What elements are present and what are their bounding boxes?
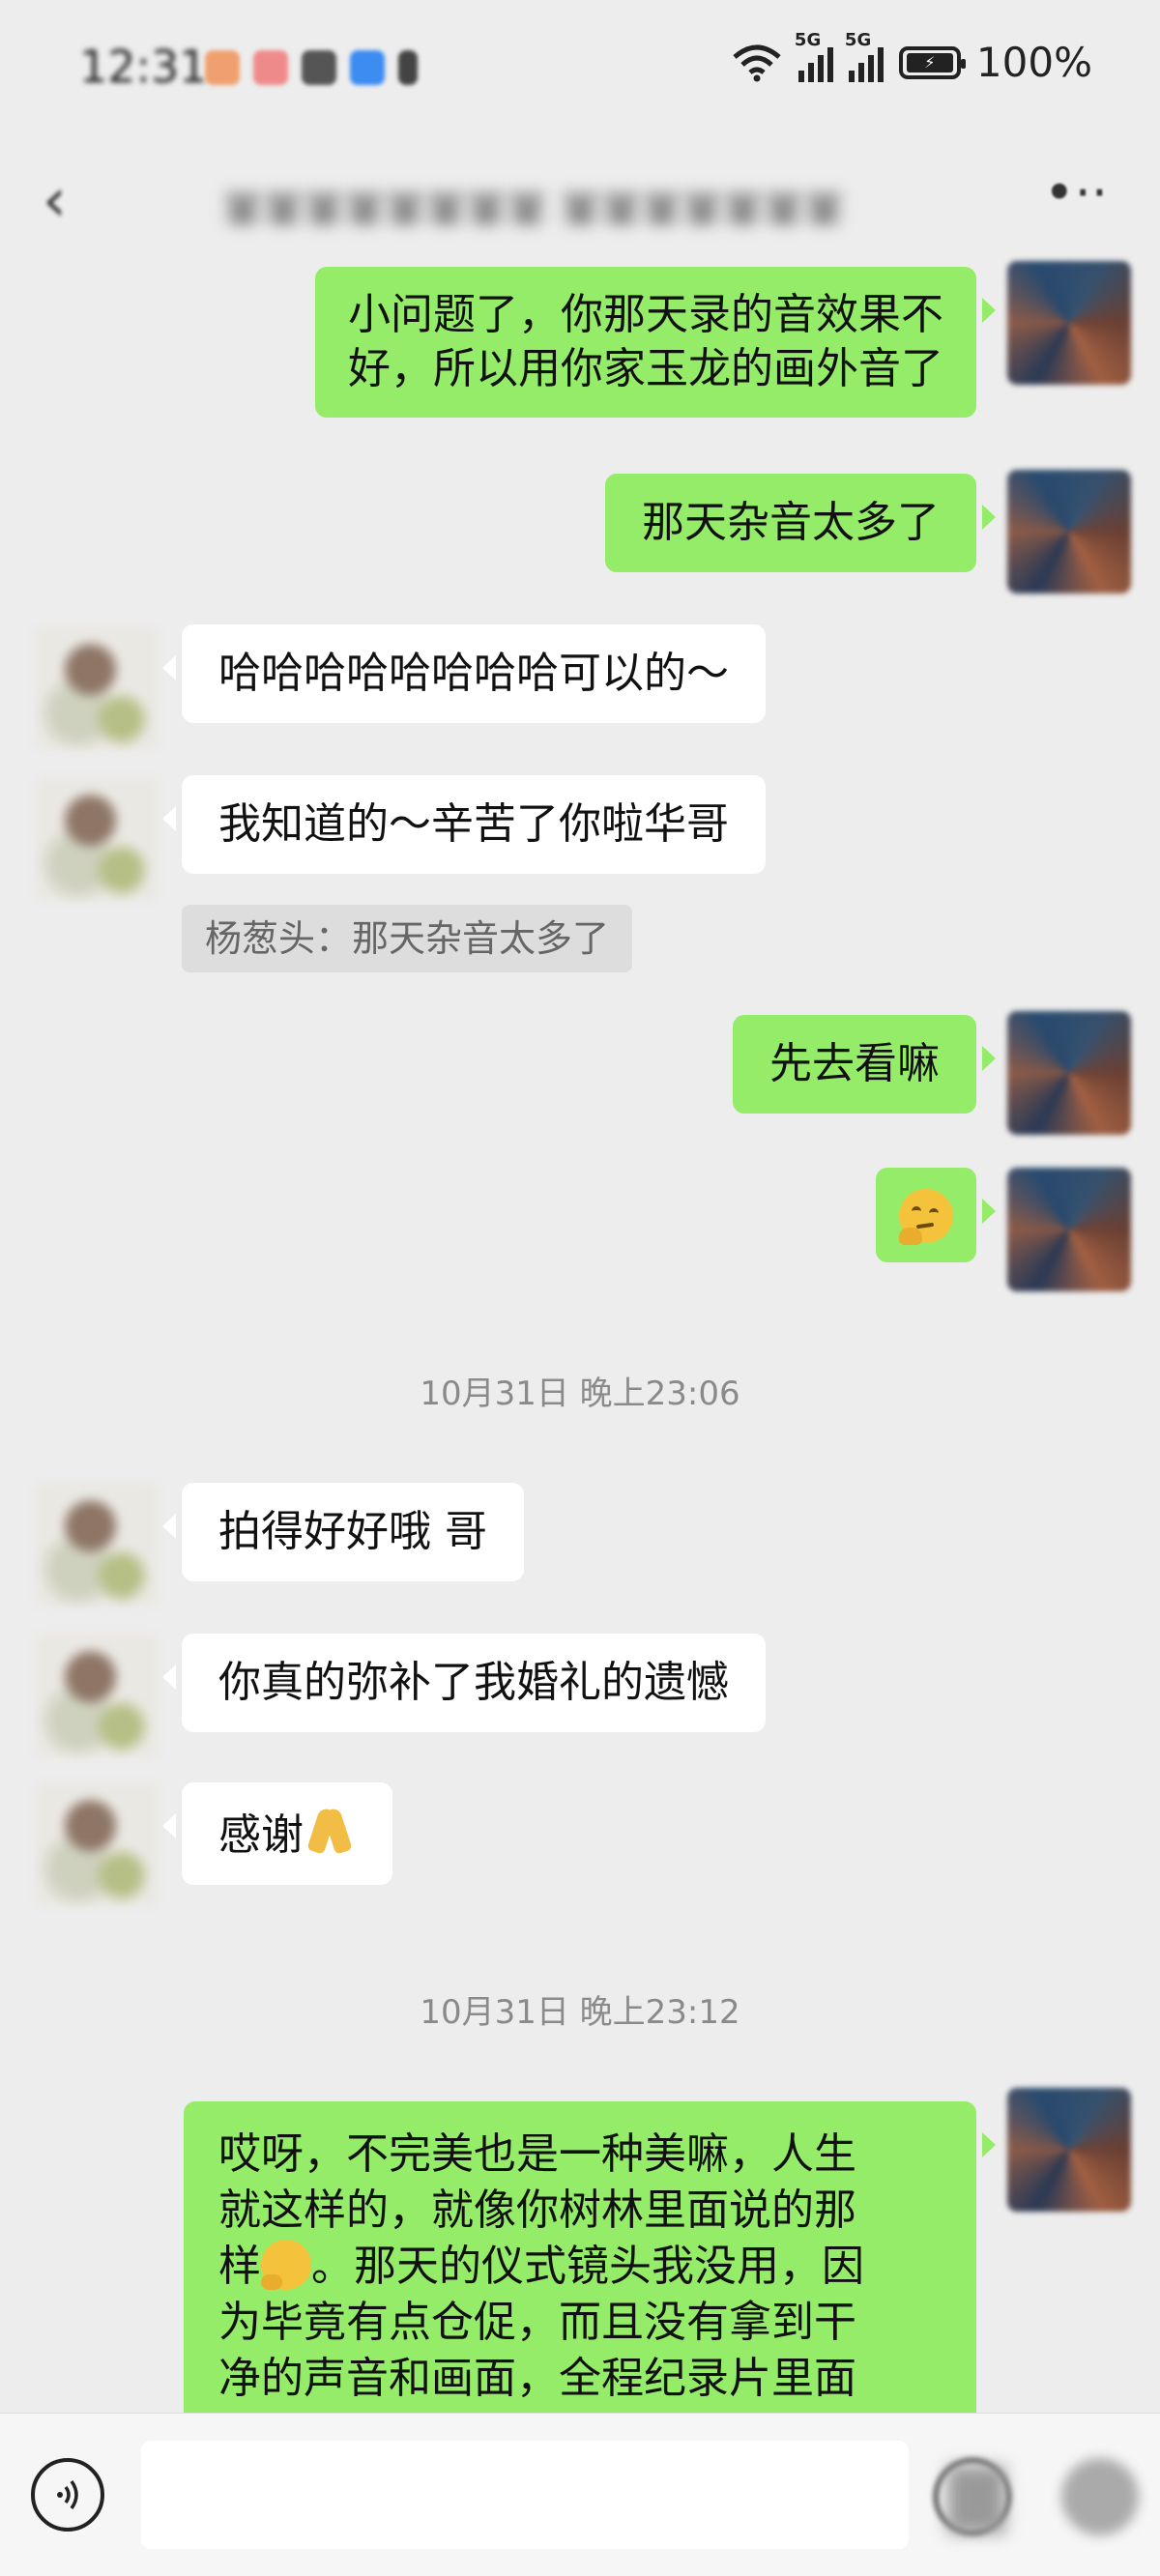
contact-avatar[interactable] bbox=[35, 1782, 159, 1906]
signal-icon-2: 5G bbox=[845, 30, 884, 82]
status-bar: 12:31 5G 5G ⚡ 100% bbox=[0, 0, 1160, 135]
thinking-emoji-icon bbox=[899, 1189, 953, 1245]
battery-percent: 100% bbox=[975, 39, 1092, 86]
my-avatar[interactable] bbox=[1007, 470, 1131, 593]
my-avatar[interactable] bbox=[1007, 261, 1131, 385]
plus-icon[interactable] bbox=[1061, 2458, 1139, 2535]
thinking-emoji-icon bbox=[261, 2240, 311, 2290]
message-list: 小问题了，你那天录的音效果不 好，所以用你家玉龙的画外音了 那天杂音太多了 哈哈… bbox=[0, 255, 1160, 2413]
message-bubble-received[interactable]: 拍得好好哦 哥 bbox=[162, 1483, 524, 1581]
status-app-icons bbox=[205, 50, 418, 85]
message-timestamp: 10月31日 晚上23:12 bbox=[420, 1993, 740, 2032]
contact-avatar[interactable] bbox=[35, 1483, 159, 1606]
message-timestamp: 10月31日 晚上23:06 bbox=[420, 1375, 740, 1413]
my-avatar[interactable] bbox=[1007, 1011, 1131, 1135]
message-input[interactable] bbox=[141, 2441, 909, 2549]
signal-icon-1: 5G bbox=[795, 30, 833, 82]
message-bubble-sent[interactable]: 先去看嘛 bbox=[733, 1015, 996, 1114]
message-bubble-sent[interactable] bbox=[876, 1168, 996, 1262]
back-icon[interactable]: ‹ bbox=[43, 164, 67, 235]
chat-title: 某某某某某某某某 某某某某某某某 bbox=[222, 188, 845, 224]
pray-emoji-icon bbox=[304, 1805, 356, 1857]
contact-avatar[interactable] bbox=[35, 626, 159, 750]
message-bubble-sent[interactable]: 小问题了，你那天录的音效果不 好，所以用你家玉龙的画外音了 bbox=[315, 267, 996, 418]
message-bubble-sent[interactable]: 那天杂音太多了 bbox=[605, 474, 996, 572]
voice-icon[interactable] bbox=[31, 2458, 104, 2532]
message-bubble-received[interactable]: 哈哈哈哈哈哈哈哈可以的～ bbox=[162, 624, 766, 723]
input-bar bbox=[0, 2413, 1160, 2576]
message-bubble-sent[interactable]: 哎呀，不完美也是一种美嘛，人生 就这样的，就像你树林里面说的那 样。那天的仪式镜… bbox=[184, 2101, 996, 2413]
message-bubble-received[interactable]: 我知道的～辛苦了你啦华哥 bbox=[162, 775, 766, 874]
contact-avatar[interactable] bbox=[35, 777, 159, 901]
my-avatar[interactable] bbox=[1007, 1168, 1131, 1291]
battery-icon: ⚡ bbox=[898, 45, 966, 79]
more-icon[interactable]: •·· bbox=[1044, 162, 1108, 223]
chat-header: ‹ 某某某某某某某某 某某某某某某某 •·· bbox=[0, 135, 1160, 255]
my-avatar[interactable] bbox=[1007, 2088, 1131, 2212]
status-time: 12:31 bbox=[79, 41, 208, 93]
contact-avatar[interactable] bbox=[35, 1634, 159, 1757]
quoted-message[interactable]: 杨葱头：那天杂音太多了 bbox=[182, 905, 633, 972]
wifi-icon bbox=[733, 44, 781, 81]
message-bubble-received[interactable]: 感谢 bbox=[162, 1782, 392, 1885]
message-bubble-received[interactable]: 你真的弥补了我婚礼的遗憾 bbox=[162, 1634, 766, 1732]
emoji-icon[interactable] bbox=[934, 2458, 1011, 2535]
